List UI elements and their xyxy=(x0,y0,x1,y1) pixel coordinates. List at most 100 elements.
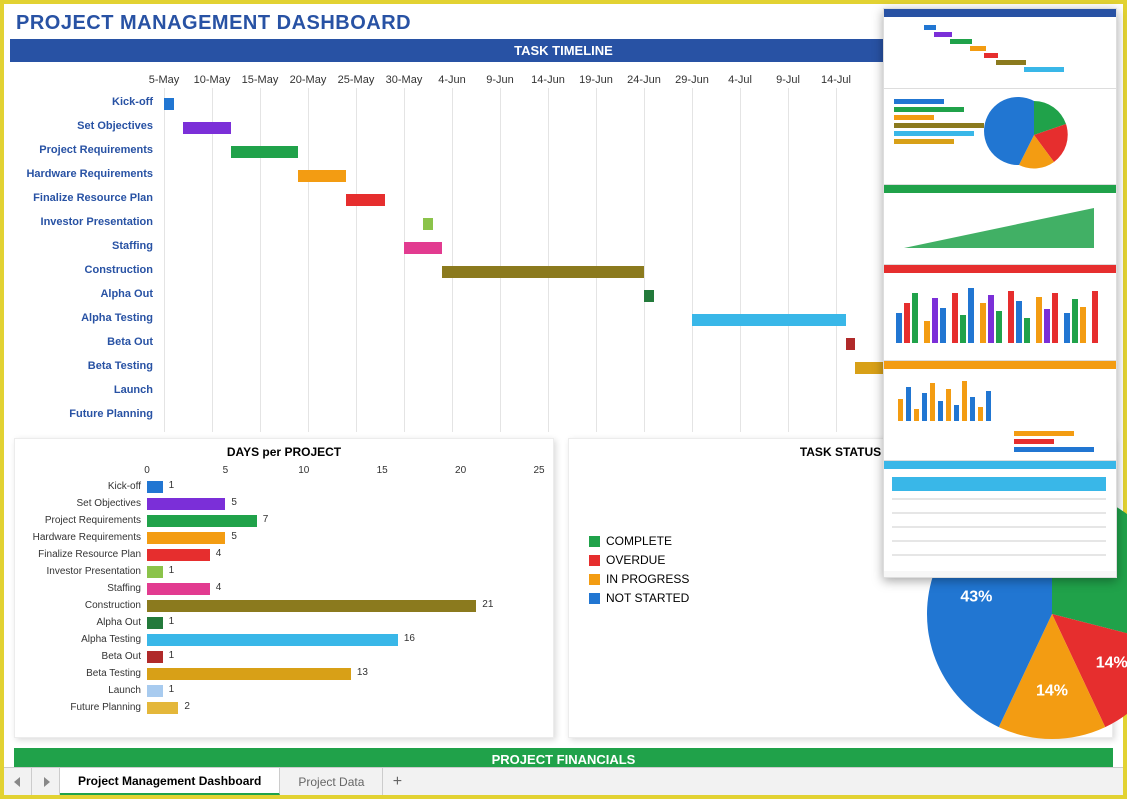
bar-value: 1 xyxy=(169,616,175,627)
legend-complete: COMPLETE xyxy=(589,534,689,548)
bar-row: Staffing 4 xyxy=(19,581,543,596)
bar-axis-tick: 5 xyxy=(223,465,229,476)
pie-label: 14% xyxy=(1096,655,1127,672)
gantt-bar xyxy=(644,290,654,302)
bar-value: 13 xyxy=(357,667,368,678)
legend-overdue: OVERDUE xyxy=(589,553,689,567)
bar-row: Project Requirements 7 xyxy=(19,513,543,528)
bar-label: Staffing xyxy=(19,583,147,594)
thumbnail-strip[interactable] xyxy=(883,8,1117,578)
gantt-tick-label: 10-May xyxy=(194,74,231,86)
gantt-task-label: Beta Out xyxy=(14,336,159,348)
bar-row: Investor Presentation1 xyxy=(19,564,543,579)
thumbnail[interactable] xyxy=(884,265,1116,361)
gantt-bar xyxy=(846,338,856,350)
bar xyxy=(147,549,210,561)
bar-chart-axis: 0510152025 xyxy=(147,465,543,479)
thumbnail[interactable] xyxy=(884,89,1116,185)
sheet-tab-bar: Project Management Dashboard Project Dat… xyxy=(4,767,1123,795)
bar-axis-tick: 20 xyxy=(455,465,466,476)
gantt-bar xyxy=(442,266,644,278)
thumbnail[interactable] xyxy=(884,361,1116,461)
gantt-tick-label: 9-Jul xyxy=(776,74,800,86)
gantt-bar xyxy=(346,194,384,206)
bar-row: Alpha Out 1 xyxy=(19,615,543,630)
days-per-project-panel: DAYS per PROJECT 0510152025 Kick-off1Set… xyxy=(14,438,554,738)
bar-row: Beta Testing 13 xyxy=(19,666,543,681)
bar-row: Alpha Testing16 xyxy=(19,632,543,647)
bar-row: Beta Out 1 xyxy=(19,649,543,664)
bar-label: Set Objectives xyxy=(19,498,147,509)
legend-not-started: NOT STARTED xyxy=(589,591,689,605)
gantt-task-label: Staffing xyxy=(14,240,159,252)
bar xyxy=(147,532,225,544)
bar-value: 1 xyxy=(169,565,175,576)
bar-value: 4 xyxy=(216,582,222,593)
bar xyxy=(147,617,163,629)
bar-label: Beta Testing xyxy=(19,668,147,679)
gantt-task-label: Kick-off xyxy=(14,96,159,108)
bar-value: 1 xyxy=(169,650,175,661)
gantt-task-label: Beta Testing xyxy=(14,360,159,372)
gantt-tick-label: 30-May xyxy=(386,74,423,86)
bar-value: 5 xyxy=(231,531,237,542)
tab-next-button[interactable] xyxy=(32,768,60,795)
gantt-bar xyxy=(231,146,298,158)
gantt-tick-label: 5-May xyxy=(149,74,180,86)
bar xyxy=(147,583,210,595)
bar-value: 5 xyxy=(231,497,237,508)
bar xyxy=(147,634,398,646)
gantt-task-label: Finalize Resource Plan xyxy=(14,192,159,204)
gantt-task-label: Investor Presentation xyxy=(14,216,159,228)
gantt-bar xyxy=(183,122,231,134)
gantt-tick-label: 4-Jun xyxy=(438,74,466,86)
gantt-bar xyxy=(404,242,442,254)
bar-label: Alpha Testing xyxy=(19,634,147,645)
gantt-bar xyxy=(423,218,433,230)
gantt-tick-label: 20-May xyxy=(290,74,327,86)
tab-add-button[interactable]: + xyxy=(383,768,411,795)
bar xyxy=(147,702,178,714)
bar-label: Future Planning xyxy=(19,702,147,713)
bar xyxy=(147,651,163,663)
tab-inactive[interactable]: Project Data xyxy=(280,768,383,795)
bar xyxy=(147,515,257,527)
bar-value: 21 xyxy=(482,599,493,610)
tab-prev-button[interactable] xyxy=(4,768,32,795)
bar-label: Alpha Out xyxy=(19,617,147,628)
bar-value: 2 xyxy=(184,701,190,712)
gantt-task-label: Future Planning xyxy=(14,408,159,420)
bar-row: Finalize Resource Plan4 xyxy=(19,547,543,562)
thumbnail[interactable] xyxy=(884,9,1116,89)
thumbnail[interactable] xyxy=(884,461,1116,571)
bar-row: Future Planning 2 xyxy=(19,700,543,715)
legend-in-progress: IN PROGRESS xyxy=(589,572,689,586)
gantt-task-label: Alpha Testing xyxy=(14,312,159,324)
gantt-tick-label: 14-Jul xyxy=(821,74,851,86)
tab-active[interactable]: Project Management Dashboard xyxy=(60,768,280,795)
gantt-task-label: Project Requirements xyxy=(14,144,159,156)
plus-icon: + xyxy=(393,774,402,790)
bar-row: Launch 1 xyxy=(19,683,543,698)
gantt-tick-label: 29-Jun xyxy=(675,74,709,86)
bar-row: Kick-off1 xyxy=(19,479,543,494)
bar-value: 1 xyxy=(169,684,175,695)
bar-label: Project Requirements xyxy=(19,515,147,526)
chevron-right-icon xyxy=(41,777,51,787)
gantt-bar xyxy=(298,170,346,182)
gantt-task-label: Set Objectives xyxy=(14,120,159,132)
bar xyxy=(147,481,163,493)
bar-label: Beta Out xyxy=(19,651,147,662)
bar xyxy=(147,498,225,510)
gantt-tick-label: 15-May xyxy=(242,74,279,86)
bar-label: Launch xyxy=(19,685,147,696)
pie-legend: COMPLETE OVERDUE IN PROGRESS NOT STARTED xyxy=(589,529,689,610)
gantt-task-label: Launch xyxy=(14,384,159,396)
bar-label: Hardware Requirements xyxy=(19,532,147,543)
thumbnail[interactable] xyxy=(884,185,1116,265)
gantt-tick-label: 14-Jun xyxy=(531,74,565,86)
bar-row: Construction21 xyxy=(19,598,543,613)
bar-chart-title: DAYS per PROJECT xyxy=(15,439,553,465)
bar-value: 7 xyxy=(263,514,269,525)
gantt-tick-label: 25-May xyxy=(338,74,375,86)
